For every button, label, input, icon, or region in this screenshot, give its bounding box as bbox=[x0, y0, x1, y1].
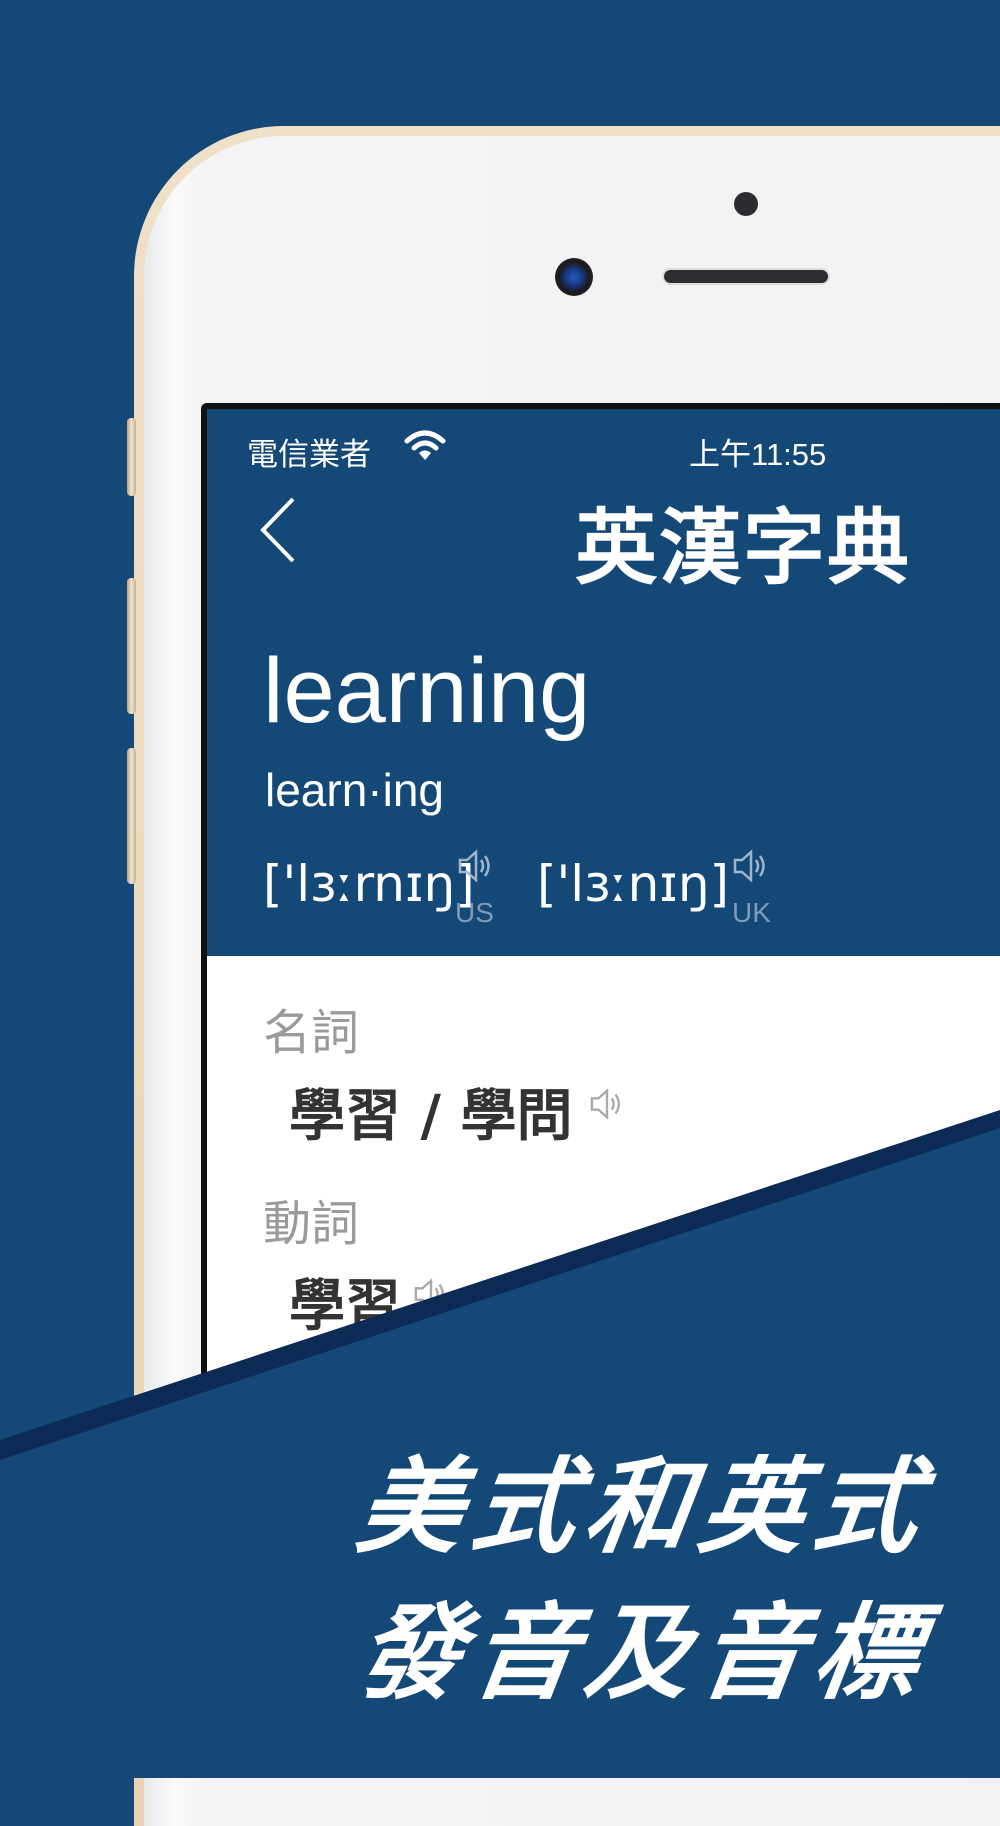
promo-line-1: 美式和英式 bbox=[350, 1446, 938, 1568]
promo-line-2: 發音及音標 bbox=[350, 1592, 938, 1714]
